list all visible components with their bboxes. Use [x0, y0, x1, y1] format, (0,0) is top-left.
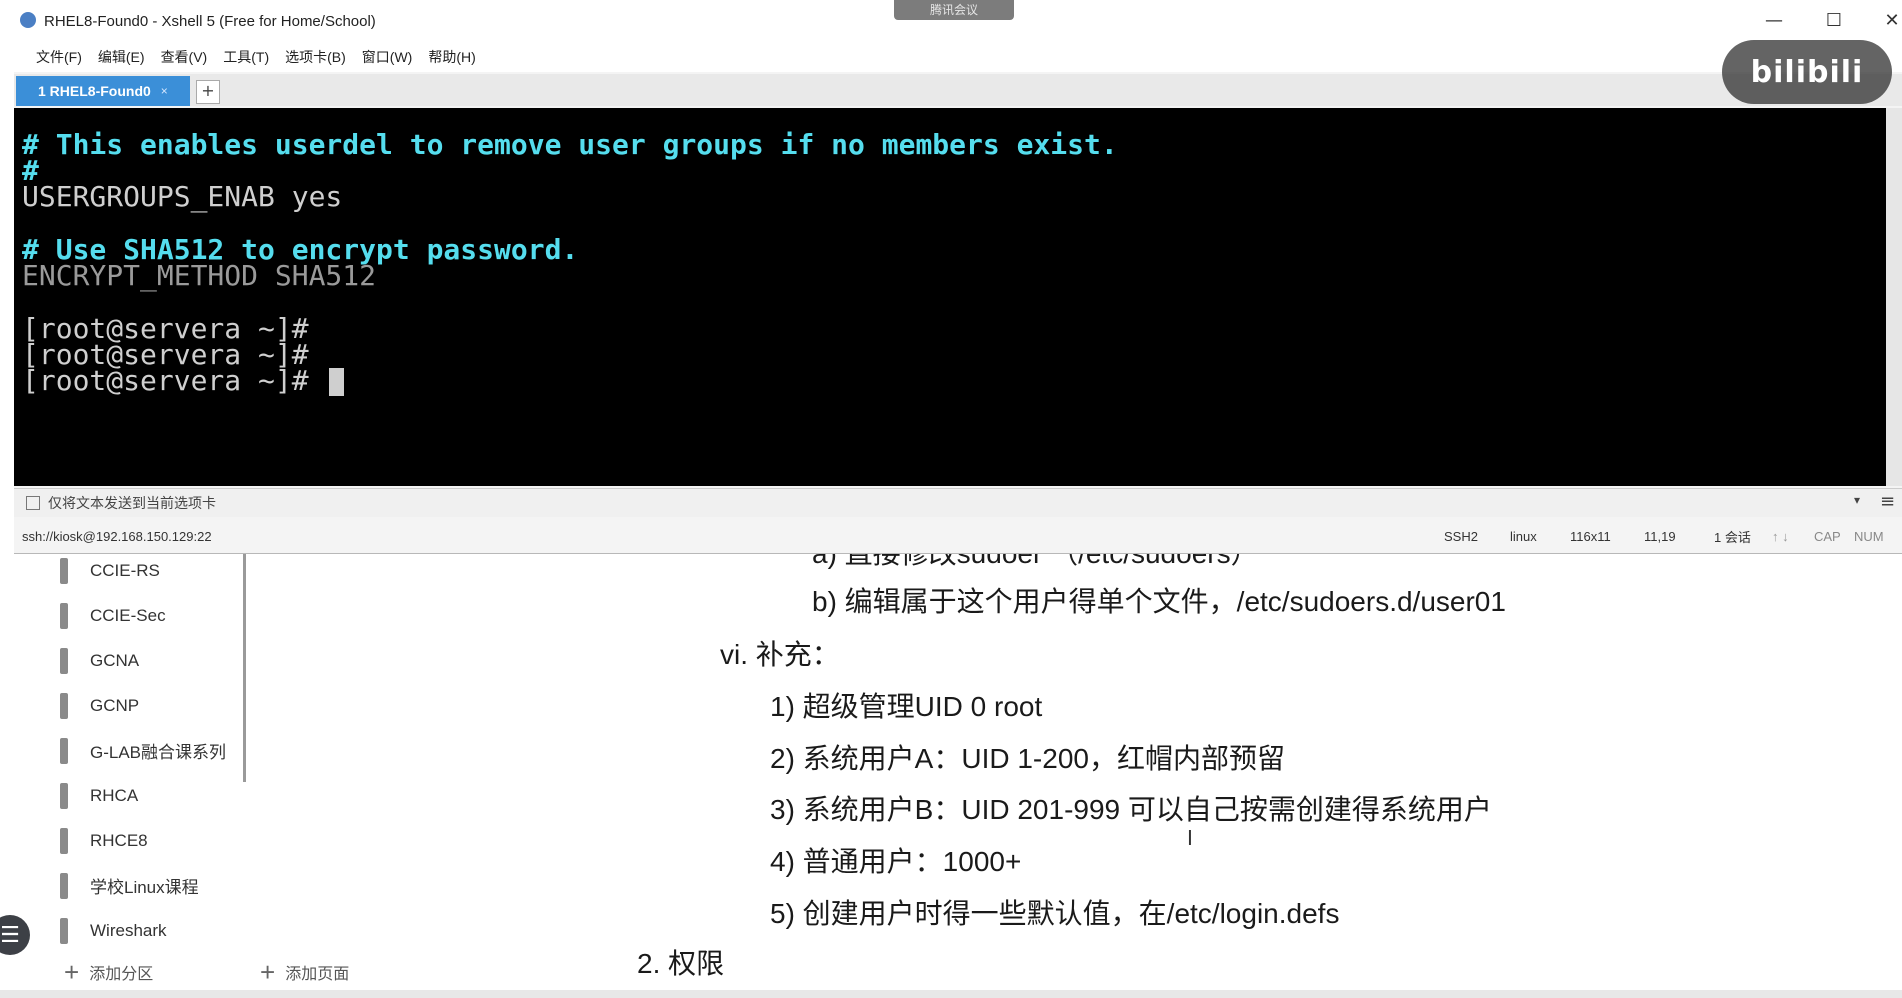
bilibili-logo: bilibili	[1722, 40, 1892, 104]
tab-bar: 1 RHEL8-Found0 × +	[14, 74, 1902, 106]
xshell-window: RHEL8-Found0 - Xshell 5 (Free for Home/S…	[14, 0, 1902, 554]
menu-bar: 文件(F) 编辑(E) 查看(V) 工具(T) 选项卡(B) 窗口(W) 帮助(…	[14, 42, 1902, 72]
terminal-line: # This enables userdel to remove user gr…	[22, 128, 1118, 161]
status-cap: CAP	[1814, 528, 1841, 544]
terminal-prompt-line: [root@servera ~]#	[22, 364, 345, 397]
status-arrows-icon: ↑ ↓	[1772, 528, 1789, 544]
meeting-tag[interactable]: 腾讯会议	[894, 0, 1014, 20]
tab-session[interactable]: 1 RHEL8-Found0 ×	[16, 76, 190, 106]
status-size: 116x11	[1570, 528, 1611, 544]
menu-view[interactable]: 查看(V)	[161, 47, 208, 67]
terminal-prompt: [root@servera ~]#	[22, 364, 326, 397]
section-item[interactable]: CCIE-Sec	[60, 593, 245, 638]
note-item-4[interactable]: 4) 普通用户：1000+	[770, 840, 1021, 880]
note-item-5[interactable]: 5) 创建用户时得一些默认值，在/etc/login.defs	[770, 892, 1339, 932]
note-item-1[interactable]: 1) 超级管理UID 0 root	[770, 685, 1042, 725]
maximize-button[interactable]: ☐	[1814, 8, 1854, 34]
send-text-icon	[26, 496, 40, 510]
status-terminal-type: linux	[1510, 528, 1537, 544]
section-item[interactable]: G-LAB融合课系列	[60, 728, 245, 773]
status-num: NUM	[1854, 528, 1884, 544]
terminal-caret	[329, 368, 345, 396]
section-tab-icon	[60, 917, 68, 944]
terminal-line: ENCRYPT_METHOD SHA512	[22, 259, 377, 292]
note-item-2[interactable]: 2) 系统用户A：UID 1-200，红帽内部预留	[770, 737, 1285, 777]
status-sessions: 1 会话	[1714, 529, 1751, 545]
section-divider	[243, 548, 246, 782]
xshell-logo-icon	[20, 12, 36, 28]
menu-window[interactable]: 窗口(W)	[362, 47, 413, 67]
send-dropdown-icon[interactable]: ▾	[1854, 493, 1860, 507]
section-item[interactable]: CCIE-RS	[60, 548, 245, 593]
tab-label: 1 RHEL8-Found0	[38, 83, 151, 99]
close-button[interactable]: ✕	[1872, 8, 1902, 34]
note-supplement-heading[interactable]: vi. 补充：	[720, 633, 840, 673]
new-tab-button[interactable]: +	[196, 80, 220, 104]
section-tab-icon	[60, 647, 68, 674]
terminal-line: USERGROUPS_ENAB yes	[22, 180, 343, 213]
text-cursor-icon: I	[1187, 826, 1193, 850]
section-item[interactable]: 学校Linux课程	[60, 863, 245, 908]
terminal-scrollbar[interactable]	[1886, 108, 1902, 486]
send-text-label: 仅将文本发送到当前选项卡	[48, 495, 216, 511]
section-item[interactable]: Wireshark	[60, 908, 245, 953]
status-cursor-position: 11,19	[1644, 528, 1676, 544]
status-bar: ssh://kiosk@192.168.150.129:22 SSH2 linu…	[14, 522, 1902, 550]
connection-address: ssh://kiosk@192.168.150.129:22	[22, 528, 212, 544]
menu-help[interactable]: 帮助(H)	[428, 47, 475, 67]
menu-edit[interactable]: 编辑(E)	[98, 47, 145, 67]
section-tab-icon	[60, 557, 68, 584]
plus-icon: +	[260, 957, 276, 987]
add-page-button[interactable]: + 添加页面	[260, 957, 349, 987]
menu-tabs[interactable]: 选项卡(B)	[285, 47, 346, 67]
section-tab-icon	[60, 692, 68, 719]
note-heading-permissions[interactable]: 2. 权限	[637, 942, 724, 982]
section-tab-icon	[60, 602, 68, 629]
section-tab-icon	[60, 737, 68, 764]
note-item-3[interactable]: 3) 系统用户B：UID 201-999 可以自己按需创建得系统用户	[770, 788, 1492, 828]
plus-icon: +	[64, 957, 80, 987]
section-tab-icon	[60, 827, 68, 854]
note-line-b[interactable]: b) 编辑属于这个用户得单个文件，/etc/sudoers.d/user01	[812, 580, 1506, 620]
window-title: RHEL8-Found0 - Xshell 5 (Free for Home/S…	[44, 13, 376, 30]
terminal-screen[interactable]: # This enables userdel to remove user gr…	[14, 108, 1886, 486]
tab-close-icon[interactable]: ×	[161, 84, 168, 98]
section-tab-icon	[60, 872, 68, 899]
send-text-bar[interactable]: 仅将文本发送到当前选项卡 ▾ ≡	[14, 488, 1902, 517]
section-item[interactable]: GCNP	[60, 683, 245, 728]
section-item[interactable]: RHCA	[60, 773, 245, 818]
menu-tools[interactable]: 工具(T)	[223, 47, 269, 67]
send-menu-icon[interactable]: ≡	[1880, 491, 1895, 512]
menu-file[interactable]: 文件(F)	[36, 47, 82, 67]
section-list: CCIE-RS CCIE-Sec GCNA GCNP G-LAB融合课系列 RH…	[60, 548, 245, 953]
section-item[interactable]: RHCE8	[60, 818, 245, 863]
section-item[interactable]: GCNA	[60, 638, 245, 683]
bottom-scrollbar[interactable]	[0, 990, 1902, 998]
section-tab-icon	[60, 782, 68, 809]
status-protocol: SSH2	[1444, 528, 1478, 544]
minimize-button[interactable]: —	[1754, 8, 1794, 34]
add-section-button[interactable]: + 添加分区	[64, 957, 153, 987]
